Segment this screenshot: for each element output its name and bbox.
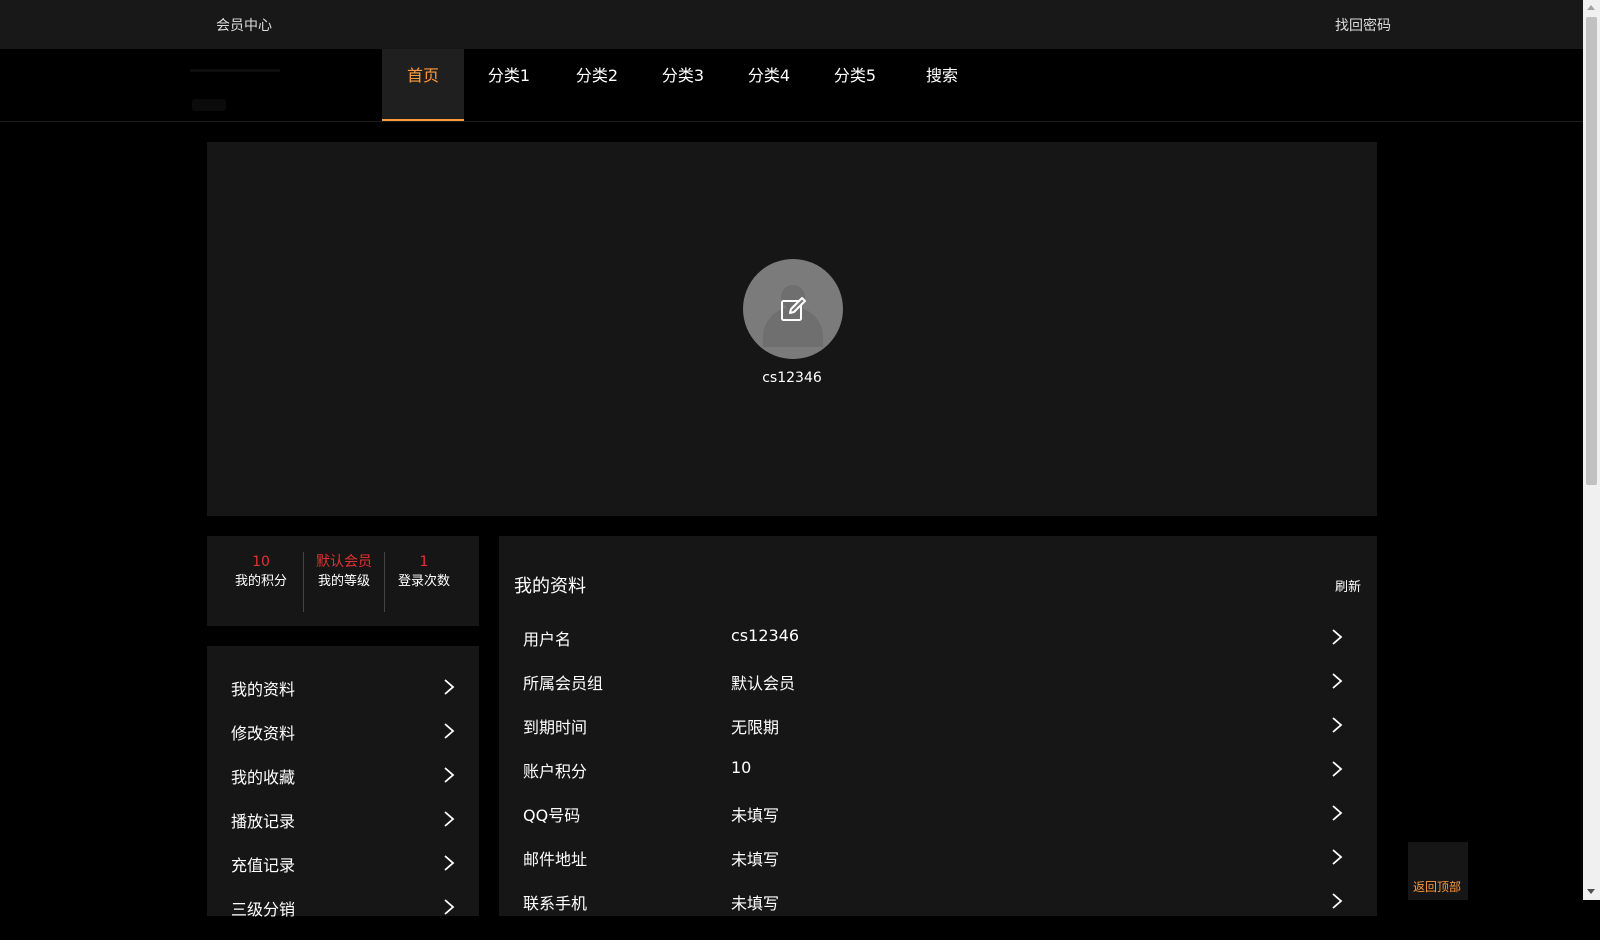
profile-username: cs12346: [762, 370, 822, 386]
scroll-thumb[interactable]: [1586, 17, 1597, 485]
info-row-qq[interactable]: QQ号码 未填写: [523, 802, 1361, 846]
chevron-right-icon: [444, 855, 455, 871]
info-value: 未填写: [731, 850, 780, 869]
info-value: 默认会员: [731, 674, 796, 693]
stat-login-count: 1 登录次数: [384, 552, 464, 612]
menu-item-label: 充值记录: [231, 856, 296, 875]
nav-item-category-1[interactable]: 分类1: [464, 49, 554, 121]
nav-item-category-3[interactable]: 分类3: [640, 49, 726, 121]
chevron-right-icon: [1332, 629, 1343, 645]
chevron-right-icon: [444, 811, 455, 827]
menu-item-label: 我的资料: [231, 680, 296, 699]
stat-points-value: 10: [252, 554, 270, 570]
chevron-right-icon: [1332, 673, 1343, 689]
info-key: QQ号码: [523, 806, 581, 825]
site-logo[interactable]: [190, 69, 280, 124]
member-center-link[interactable]: 会员中心: [216, 15, 272, 35]
stat-points: 10 我的积分: [221, 552, 301, 612]
stat-login-count-value: 1: [419, 554, 429, 570]
scroll-down-icon[interactable]: [1587, 889, 1595, 894]
page-scrollbar[interactable]: [1583, 0, 1600, 900]
scroll-up-icon[interactable]: [1587, 5, 1595, 10]
stat-login-count-label: 登录次数: [397, 574, 450, 589]
back-to-top-label: 返回顶部: [1413, 880, 1462, 894]
chevron-right-icon: [1332, 717, 1343, 733]
avatar[interactable]: [743, 259, 843, 359]
info-value: cs12346: [731, 626, 800, 645]
profile-banner: cs12346: [207, 142, 1377, 516]
info-value: 未填写: [731, 894, 780, 913]
top-bar: 会员中心 找回密码: [0, 0, 1583, 49]
chevron-right-icon: [444, 723, 455, 739]
info-row-phone[interactable]: 联系手机 未填写: [523, 890, 1361, 934]
stat-level-value: 默认会员: [316, 554, 372, 570]
side-menu: 我的资料 修改资料 我的收藏 播放记录 充值记录 三级分销: [207, 646, 479, 919]
refresh-button[interactable]: 刷新: [1335, 576, 1361, 595]
menu-item-edit-profile[interactable]: 修改资料: [231, 720, 457, 764]
menu-item-label: 我的收藏: [231, 768, 296, 787]
stat-points-label: 我的积分: [234, 574, 287, 589]
nav-item-search[interactable]: 搜索: [898, 49, 986, 121]
nav-item-category-4[interactable]: 分类4: [726, 49, 812, 121]
chevron-right-icon: [444, 767, 455, 783]
info-key: 用户名: [523, 630, 572, 649]
stat-level-label: 我的等级: [317, 574, 370, 589]
stat-level: 默认会员 我的等级: [303, 552, 385, 612]
profile-info-panel: 我的资料 刷新 用户名 cs12346 所属会员组 默认会员 到期时间 无限期 …: [499, 536, 1377, 916]
chevron-right-icon: [444, 899, 455, 915]
nav-list: 首页 分类1 分类2 分类3 分类4 分类5 搜索: [382, 49, 986, 121]
menu-item-favorites[interactable]: 我的收藏: [231, 764, 457, 808]
edit-icon[interactable]: [777, 293, 809, 325]
chevron-right-icon: [1332, 805, 1343, 821]
back-to-top-button[interactable]: 返回顶部: [1408, 842, 1468, 900]
info-key: 所属会员组: [523, 674, 604, 693]
chevron-right-icon: [1332, 849, 1343, 865]
info-row-expiry[interactable]: 到期时间 无限期: [523, 714, 1361, 758]
info-key: 到期时间: [523, 718, 588, 737]
info-key: 账户积分: [523, 762, 588, 781]
main-nav: 首页 分类1 分类2 分类3 分类4 分类5 搜索: [0, 49, 1583, 122]
menu-item-play-history[interactable]: 播放记录: [231, 808, 457, 852]
stats-panel: 10 我的积分 默认会员 我的等级 1 登录次数: [207, 536, 479, 626]
menu-item-label: 修改资料: [231, 724, 296, 743]
chevron-right-icon: [444, 679, 455, 695]
info-row-points[interactable]: 账户积分 10: [523, 758, 1361, 802]
info-value: 10: [731, 758, 752, 777]
chevron-right-icon: [1332, 761, 1343, 777]
menu-item-distribution[interactable]: 三级分销: [231, 896, 457, 940]
chevron-right-icon: [1332, 893, 1343, 909]
info-row-member-group[interactable]: 所属会员组 默认会员: [523, 670, 1361, 714]
info-key: 邮件地址: [523, 850, 588, 869]
info-row-username[interactable]: 用户名 cs12346: [523, 626, 1361, 670]
info-value: 无限期: [731, 718, 780, 737]
find-password-link[interactable]: 找回密码: [1335, 15, 1391, 35]
menu-item-my-profile[interactable]: 我的资料: [231, 676, 457, 720]
info-row-email[interactable]: 邮件地址 未填写: [523, 846, 1361, 890]
menu-item-label: 播放记录: [231, 812, 296, 831]
info-key: 联系手机: [523, 894, 588, 913]
info-title: 我的资料: [514, 576, 586, 597]
nav-item-home[interactable]: 首页: [382, 49, 464, 121]
nav-item-category-5[interactable]: 分类5: [812, 49, 898, 121]
info-value: 未填写: [731, 806, 780, 825]
menu-item-recharge-history[interactable]: 充值记录: [231, 852, 457, 896]
nav-item-category-2[interactable]: 分类2: [554, 49, 640, 121]
